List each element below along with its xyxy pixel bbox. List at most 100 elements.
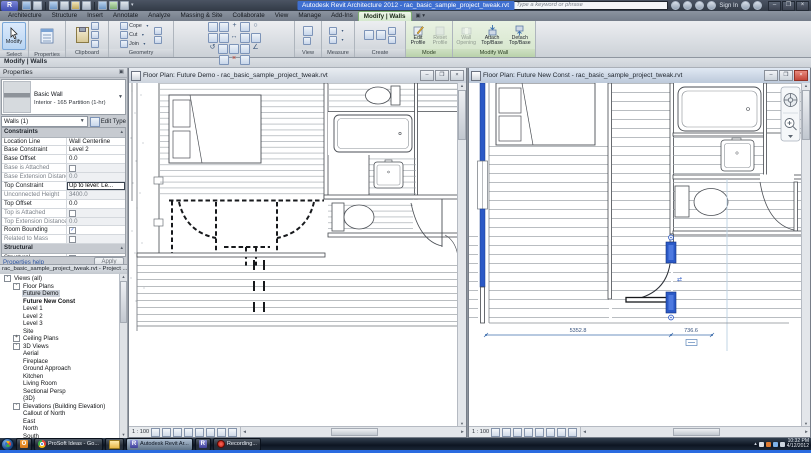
search-icon[interactable]: [671, 1, 680, 10]
property-value[interactable]: 0.0: [67, 218, 125, 226]
partition-wall[interactable]: [324, 83, 328, 199]
tree-item-3d-views[interactable]: -3D Views: [0, 343, 120, 351]
crop-view-icon[interactable]: [195, 428, 204, 437]
modify-tool-icon-13[interactable]: [240, 44, 250, 54]
drawing-canvas-future-demo[interactable]: [129, 83, 458, 427]
property-value[interactable]: Level 2: [67, 146, 125, 154]
modify-tool-button[interactable]: Modify: [2, 22, 26, 50]
qat-icon-2[interactable]: [49, 1, 58, 10]
measure-icon[interactable]: [329, 27, 337, 35]
navigation-bar[interactable]: [781, 87, 800, 141]
properties-toggle-button[interactable]: [34, 22, 60, 50]
cut-geometry-label[interactable]: Cut: [129, 32, 137, 38]
action-center-icon[interactable]: [759, 442, 764, 447]
scroll-left-icon[interactable]: ◄: [241, 427, 248, 437]
properties-autohide-icon[interactable]: ▣: [119, 69, 124, 75]
property-checkbox[interactable]: [69, 236, 76, 243]
bathtub[interactable]: [678, 87, 761, 131]
modify-tool-icon-3[interactable]: [240, 22, 250, 32]
panel-label-mode[interactable]: Mode: [406, 49, 452, 57]
temporary-hide-icon[interactable]: [557, 428, 566, 437]
sign-in-button[interactable]: Sign In: [719, 3, 738, 9]
scrollbar-thumb[interactable]: [331, 428, 378, 436]
toilet[interactable]: [675, 186, 728, 217]
ribbon-tab-modify-walls[interactable]: Modify | Walls: [358, 11, 412, 21]
dimension-icon[interactable]: [329, 36, 337, 44]
temporary-dimensions[interactable]: 5352.8 736.6: [484, 328, 714, 346]
taskbar-button-outlook-0[interactable]: O: [16, 438, 32, 451]
qat-icon-5[interactable]: [82, 1, 91, 10]
ribbon-tab-massing-site[interactable]: Massing & Site: [176, 11, 228, 21]
minimize-button[interactable]: –: [768, 1, 781, 11]
qat-icon-1[interactable]: [33, 1, 42, 10]
panel-label-modify-wall[interactable]: Modify Wall: [453, 49, 535, 57]
paint-icon[interactable]: [154, 27, 162, 35]
cope-icon[interactable]: [120, 22, 128, 30]
ribbon-tab-view[interactable]: View: [270, 11, 294, 21]
property-value[interactable]: [67, 209, 125, 217]
scroll-up-icon[interactable]: ▲: [802, 83, 810, 89]
scale-button[interactable]: 1 : 100: [472, 429, 489, 435]
sink[interactable]: [374, 160, 403, 188]
ribbon-tab-structure[interactable]: Structure: [47, 11, 83, 21]
ribbon-tab-architecture[interactable]: Architecture: [3, 11, 47, 21]
scroll-left-icon[interactable]: ◄: [581, 427, 588, 437]
selected-exterior-wall[interactable]: [478, 83, 488, 323]
modify-tool-icon-6[interactable]: [219, 33, 229, 43]
collapse-icon[interactable]: -: [13, 283, 20, 290]
qat-icon-4[interactable]: [71, 1, 80, 10]
scroll-up-icon[interactable]: ▲: [120, 274, 127, 280]
tree-item-sectional-persp[interactable]: Sectional Persp: [0, 388, 120, 396]
start-button[interactable]: [1, 438, 14, 451]
type-selector-dropdown-icon[interactable]: ▼: [118, 94, 125, 100]
element-filter-combobox[interactable]: Walls (1) ▼: [1, 116, 88, 127]
toilet-2[interactable]: [332, 203, 374, 231]
tray-app-icon[interactable]: [766, 442, 771, 447]
toilet-1[interactable]: [366, 86, 401, 105]
taskbar-clock[interactable]: 10:32 PM 4/12/2012: [787, 439, 809, 450]
create-similar-icon[interactable]: [388, 36, 396, 44]
dimension-value-secondary[interactable]: 736.6: [684, 328, 698, 334]
paste-icon[interactable]: [76, 27, 89, 43]
property-checkbox[interactable]: [69, 210, 76, 217]
volume-icon[interactable]: [780, 442, 785, 447]
qat-icon-7[interactable]: [109, 1, 118, 10]
tree-item-elevations-building-elevation-[interactable]: -Elevations (Building Elevation): [0, 403, 120, 411]
ribbon-tab-add-ins[interactable]: Add-Ins: [326, 11, 358, 21]
ribbon-tab-annotate[interactable]: Annotate: [108, 11, 143, 21]
visual-style-icon[interactable]: [162, 428, 171, 437]
scrollbar-thumb[interactable]: [673, 428, 721, 436]
sun-path-icon[interactable]: [173, 428, 182, 437]
horizontal-scrollbar[interactable]: ◄ ►: [241, 427, 466, 437]
property-value[interactable]: 3400.0: [67, 191, 125, 199]
join-dropdown-icon[interactable]: ▾: [140, 40, 149, 48]
modify-tool-icon-7[interactable]: ↔: [230, 33, 239, 43]
tree-item-site[interactable]: Site: [0, 328, 120, 336]
match-type-icon[interactable]: [91, 40, 99, 48]
view-window-titlebar[interactable]: Floor Plan: Future New Const - rac_basic…: [469, 68, 810, 84]
tree-item-fireplace[interactable]: Fireplace: [0, 358, 120, 366]
tree-item-ceiling-plans[interactable]: +Ceiling Plans: [0, 335, 120, 343]
property-value[interactable]: ✓: [67, 226, 125, 234]
favorites-icon[interactable]: [707, 1, 716, 10]
tree-item-ground-approach[interactable]: Ground Approach: [0, 365, 120, 373]
collapse-icon[interactable]: -: [13, 343, 20, 350]
bed[interactable]: [169, 95, 261, 163]
modify-tool-icon-0[interactable]: [208, 22, 218, 32]
window-symbol-2[interactable]: [154, 219, 163, 226]
attach-top-base-button[interactable]: Attach Top/Base: [479, 24, 504, 47]
partition-wall[interactable]: [608, 83, 612, 299]
section-collapse-icon[interactable]: ▴: [120, 128, 123, 137]
panel-label-create[interactable]: Create: [355, 49, 405, 57]
taskbar-button-revit-4[interactable]: R: [195, 438, 211, 451]
panel-label-select[interactable]: Select: [0, 51, 28, 57]
view-minimize-button[interactable]: –: [420, 70, 434, 81]
temporary-hide-icon[interactable]: [217, 428, 226, 437]
scroll-up-icon[interactable]: ▲: [458, 83, 466, 89]
floor-plan-future-new-const[interactable]: ⇄ 5352.8 736.6: [469, 83, 802, 427]
property-value[interactable]: Up to level: Le...: [67, 182, 125, 190]
reveal-hidden-icon[interactable]: [228, 428, 237, 437]
sink[interactable]: [721, 138, 754, 171]
sun-path-icon[interactable]: [513, 428, 522, 437]
tree-item-kitchen[interactable]: Kitchen: [0, 373, 120, 381]
